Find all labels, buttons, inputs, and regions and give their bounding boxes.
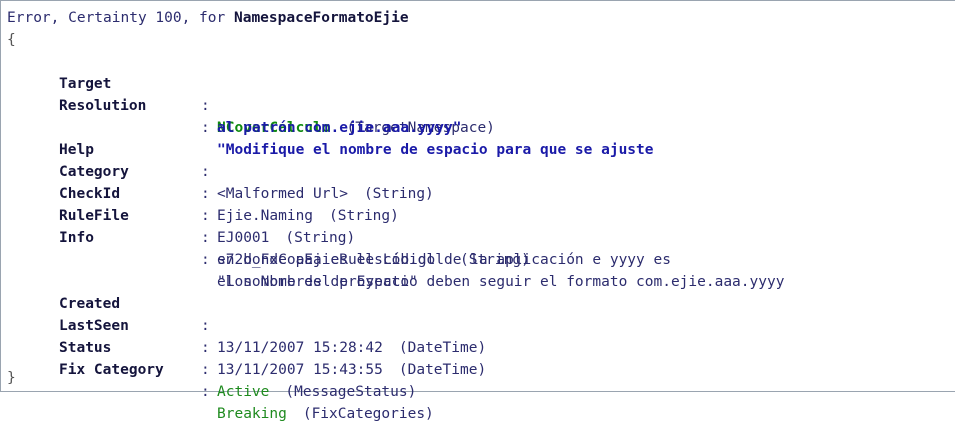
fixcategory-type: (FixCategories) [302, 406, 434, 422]
field-resolution-cont: al patrón com.ejie.aaa.yyyy" [1, 95, 951, 136]
field-colon: : [201, 362, 210, 378]
field-value: Breaking (FixCategories) [217, 403, 434, 425]
fixcategory-value: Breaking [217, 406, 287, 422]
close-brace: } [7, 370, 16, 386]
status-value: Active [217, 384, 270, 400]
lastseen-value: 13/11/2007 15:43:55 [217, 362, 383, 378]
field-value: Active (MessageStatus) [217, 381, 416, 403]
field-resolution: Resolution : "Modifique el nombre de esp… [1, 73, 951, 158]
header-prefix: Error, Certainty 100, for [7, 10, 226, 26]
field-help: Help : <Malformed Url> (String) [1, 117, 951, 202]
message-details-panel: Error, Certainty 100, for NamespaceForma… [0, 0, 955, 422]
field-fixcategory: Fix Category : Breaking (FixCategories) [1, 337, 951, 422]
field-info-cont1: en donde aaa es el código de la aplicaci… [1, 227, 951, 268]
field-checkid: CheckId : EJ0001 (String) [1, 161, 951, 246]
message-header: Error, Certainty 100, for NamespaceForma… [7, 7, 409, 29]
field-colon: : [201, 384, 210, 400]
field-rulefile: RuleFile : s72b_FxCopEjieRulesLib.dll (St… [1, 183, 951, 268]
field-category: Category : Ejie.Naming (String) [1, 139, 951, 224]
field-key: Fix Category [59, 362, 164, 378]
field-lastseen: LastSeen : 13/11/2007 15:43:55 (DateTime) [1, 293, 951, 378]
field-status: Status : Active (MessageStatus) [1, 315, 951, 400]
lastseen-type: (DateTime) [398, 362, 487, 378]
status-type: (MessageStatus) [285, 384, 417, 400]
field-info-cont2: el nombre del proyecto" [1, 249, 951, 290]
field-value: 13/11/2007 15:43:55 (DateTime) [217, 359, 486, 381]
rule-name: NamespaceFormatoEjie [233, 10, 409, 26]
field-created: Created : 13/11/2007 15:28:42 (DateTime) [1, 271, 951, 356]
field-target: Target : NCoverCalculo (TargetNamespace) [1, 51, 951, 136]
open-brace: { [7, 32, 16, 48]
field-info: Info : "Los Nombres de Espacio deben seg… [1, 205, 951, 290]
